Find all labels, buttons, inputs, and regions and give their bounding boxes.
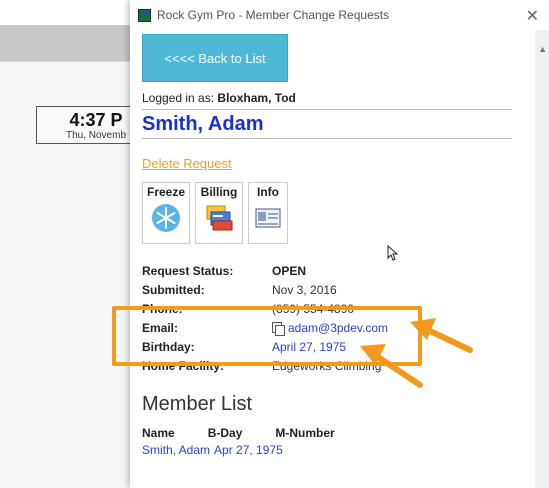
scroll-up-icon[interactable]: ▲ bbox=[538, 44, 547, 54]
member-list-col-name: Name bbox=[142, 426, 175, 440]
detail-row-birthday: Birthday: April 27, 1975 bbox=[142, 337, 522, 356]
vertical-scrollbar[interactable] bbox=[535, 30, 549, 488]
member-list-col-mnum: M-Number bbox=[275, 426, 335, 440]
member-list-header: Name B-Day M-Number bbox=[142, 426, 522, 440]
snowflake-icon bbox=[152, 204, 180, 232]
billing-tile-label: Billing bbox=[200, 185, 238, 199]
member-list-row[interactable]: Smith, Adam Apr 27, 1975 bbox=[142, 443, 522, 457]
birthday-value[interactable]: April 27, 1975 bbox=[272, 340, 346, 354]
title-bar[interactable]: Rock Gym Pro - Member Change Requests bbox=[130, 0, 549, 30]
member-name-heading: Smith, Adam bbox=[142, 109, 512, 139]
facility-value: Edgeworks Climbing bbox=[272, 358, 382, 373]
facility-label: Home Facility: bbox=[142, 358, 225, 373]
copy-icon[interactable] bbox=[272, 321, 285, 336]
app-logo-icon bbox=[138, 8, 151, 22]
phone-label: Phone: bbox=[142, 301, 183, 316]
billing-cards-icon bbox=[206, 205, 233, 231]
mouse-cursor-icon bbox=[387, 245, 399, 261]
background-header-bar bbox=[0, 25, 130, 61]
member-list-row-bday: Apr 27, 1975 bbox=[214, 443, 283, 457]
freeze-tile[interactable]: Freeze bbox=[142, 182, 190, 244]
request-details: Request Status: OPEN Submitted: Nov 3, 2… bbox=[142, 261, 522, 375]
billing-tile[interactable]: Billing bbox=[195, 182, 243, 244]
id-card-icon bbox=[255, 208, 281, 228]
close-icon[interactable]: ✕ bbox=[526, 6, 539, 26]
detail-row-phone: Phone: (859) 554-4890 bbox=[142, 299, 522, 318]
email-link[interactable]: adam@3pdev.com bbox=[288, 321, 388, 335]
member-list-col-bday: B-Day bbox=[207, 426, 243, 440]
phone-value: (859) 554-4890 bbox=[272, 301, 355, 316]
logged-in-user: Bloxham, Tod bbox=[217, 91, 296, 105]
submitted-label: Submitted: bbox=[142, 282, 205, 297]
email-label: Email: bbox=[142, 320, 179, 335]
detail-row-facility: Home Facility: Edgeworks Climbing bbox=[142, 356, 522, 375]
logged-in-info: Logged in as: Bloxham, Tod bbox=[142, 91, 522, 105]
background-top bbox=[0, 0, 130, 25]
status-label: Request Status: bbox=[142, 263, 234, 278]
member-change-requests-window: Rock Gym Pro - Member Change Requests ✕ … bbox=[130, 0, 549, 488]
delete-request-link[interactable]: Delete Request bbox=[142, 156, 232, 171]
detail-row-email: Email: adam@3pdev.com bbox=[142, 318, 522, 337]
member-list-title: Member List bbox=[142, 393, 253, 415]
freeze-tile-label: Freeze bbox=[146, 185, 186, 199]
back-to-list-button[interactable]: <<<< Back to List bbox=[142, 34, 288, 82]
logged-in-label: Logged in as: bbox=[142, 91, 215, 105]
member-list-row-name[interactable]: Smith, Adam bbox=[142, 443, 210, 457]
window-title: Rock Gym Pro - Member Change Requests bbox=[157, 8, 390, 22]
submitted-value: Nov 3, 2016 bbox=[272, 282, 337, 297]
detail-row-status: Request Status: OPEN bbox=[142, 261, 522, 280]
info-tile-label: Info bbox=[257, 185, 279, 199]
email-value[interactable]: adam@3pdev.com bbox=[272, 321, 388, 336]
birthday-label: Birthday: bbox=[142, 339, 195, 354]
info-tile[interactable]: Info bbox=[248, 182, 288, 244]
status-value: OPEN bbox=[272, 263, 307, 278]
detail-row-submitted: Submitted: Nov 3, 2016 bbox=[142, 280, 522, 299]
request-content: <<<< Back to List Logged in as: Bloxham,… bbox=[142, 34, 522, 457]
action-tiles: Freeze Billing Info bbox=[142, 182, 522, 244]
